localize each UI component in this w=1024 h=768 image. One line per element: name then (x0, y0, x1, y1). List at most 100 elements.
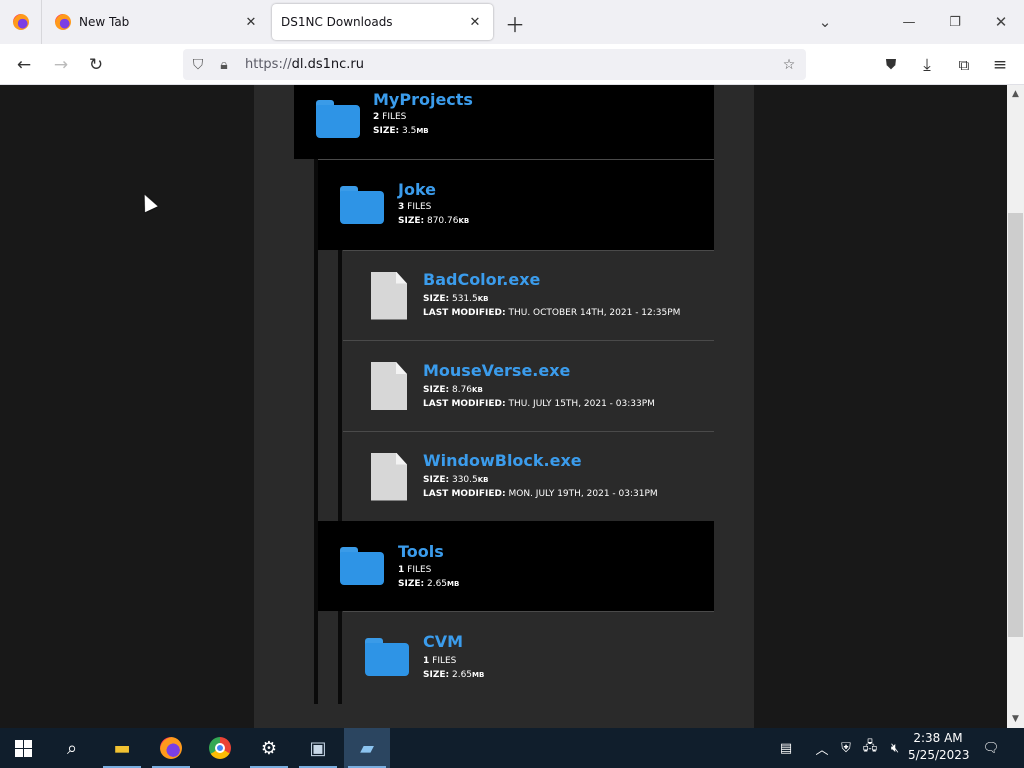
list-all-tabs-icon[interactable]: ⌄ (813, 10, 837, 34)
files-label: FILES (432, 656, 457, 666)
system-clock[interactable]: 2:38 AM 5/25/2023 (908, 730, 970, 764)
file-name[interactable]: MouseVerse.exe (423, 361, 570, 380)
folder-meta: 3 FILES SIZE: 870.76KB (398, 201, 469, 228)
folder-name[interactable]: Joke (398, 180, 436, 199)
folder-row-tools[interactable]: Tools 1 FILES SIZE: 2.65MB (318, 521, 714, 611)
new-tab-button[interactable]: ＋ (502, 10, 528, 37)
close-icon[interactable]: ✕ (239, 10, 263, 34)
restore-icon[interactable]: ❐ (943, 10, 967, 34)
file-explorer-icon[interactable]: ▬ (99, 728, 145, 768)
pocket-icon[interactable]: ⛊ (878, 52, 904, 78)
file-name[interactable]: BadColor.exe (423, 270, 540, 289)
size-unit: KB (472, 386, 483, 394)
url-host-prefix: dl. (291, 57, 308, 72)
file-row-mouseverse[interactable]: MouseVerse.exe SIZE: 8.76KB LAST MODIFIE… (343, 341, 714, 431)
folder-row-joke[interactable]: Joke 3 FILES SIZE: 870.76KB (318, 160, 714, 250)
control-panel-icon[interactable]: ▣ (295, 728, 341, 768)
search-icon[interactable]: ⌕ (49, 728, 95, 768)
folder-name[interactable]: Tools (398, 542, 444, 561)
size-value: 531.5 (451, 294, 478, 304)
back-icon[interactable]: ← (11, 52, 37, 78)
file-meta: SIZE: 8.76KB LAST MODIFIED: THU. JULY 15… (423, 384, 655, 411)
size-label: SIZE: (423, 475, 450, 485)
lock-icon[interactable]: 🔒︎ (211, 52, 237, 78)
tab-title: DS1NC Downloads (281, 15, 393, 29)
url-host: ds1nc.ru (307, 57, 365, 72)
file-row-badcolor[interactable]: BadColor.exe SIZE: 531.5KB LAST MODIFIED… (343, 251, 714, 340)
notifications-icon[interactable]: 🗨︎ (978, 728, 1004, 768)
folder-name[interactable]: CVM (423, 632, 463, 651)
modified-label: LAST MODIFIED: (423, 488, 506, 499)
settings-icon[interactable]: ⚙ (246, 728, 292, 768)
clock-time: 2:38 AM (913, 731, 963, 745)
url-text[interactable]: https://dl.ds1nc.ru (245, 57, 364, 72)
folder-meta: 1 FILES SIZE: 2.65MB (398, 564, 459, 591)
show-hidden-icons[interactable]: ︿ (812, 728, 832, 768)
tab-new-tab[interactable]: New Tab ✕ (43, 0, 269, 44)
size-label: SIZE: (398, 578, 425, 589)
size-value: 8.76 (451, 385, 473, 395)
size-label: SIZE: (398, 215, 425, 226)
news-widget-icon[interactable]: ▤ (772, 728, 800, 768)
menu-icon[interactable]: ≡ (987, 52, 1013, 78)
firefox-icon (55, 14, 71, 30)
close-window-icon[interactable]: ✕ (989, 10, 1013, 34)
file-name[interactable]: WindowBlock.exe (423, 451, 582, 470)
bookmark-star-icon[interactable]: ☆ (776, 52, 802, 78)
size-unit: KB (477, 476, 489, 484)
chrome-icon[interactable] (197, 728, 243, 768)
file-meta: SIZE: 330.5KB LAST MODIFIED: MON. JULY 1… (423, 474, 658, 501)
navigation-toolbar: ← → ↻ ⛉ 🔒︎ https://dl.ds1nc.ru ☆ ⛊ ⤓ ⧉ ≡ (0, 44, 1024, 85)
firefox-view-button[interactable] (0, 0, 42, 44)
folder-meta: 2 FILES SIZE: 3.5MB (373, 111, 429, 138)
folder-row-cvm[interactable]: CVM 1 FILES SIZE: 2.65MB (343, 612, 714, 702)
app-window-icon[interactable]: ▰ (344, 728, 390, 768)
clock-date: 5/25/2023 (908, 748, 970, 762)
windows-start-icon[interactable] (0, 728, 46, 768)
folder-row-myprojects[interactable]: MyProjects 2 FILES SIZE: 3.5MB (294, 85, 714, 159)
firefox-icon[interactable] (148, 728, 194, 768)
size-label: SIZE: (373, 125, 400, 136)
files-label: FILES (407, 565, 432, 575)
forward-icon[interactable]: → (48, 52, 74, 78)
scroll-down-icon[interactable]: ▼ (1007, 712, 1024, 726)
file-icon (371, 362, 407, 410)
folder-icon (340, 186, 384, 224)
size-label: SIZE: (423, 669, 450, 680)
minimize-icon[interactable]: — (897, 10, 921, 34)
folder-icon (340, 547, 384, 585)
size-value: 2.65 (451, 669, 473, 680)
modified-label: LAST MODIFIED: (423, 398, 506, 409)
file-row-windowblock[interactable]: WindowBlock.exe SIZE: 330.5KB LAST MODIF… (343, 432, 714, 521)
folder-name[interactable]: MyProjects (373, 90, 473, 109)
file-icon (371, 452, 407, 501)
scrollbar-thumb[interactable] (1008, 213, 1023, 637)
size-unit: MB (416, 126, 429, 135)
volume-muted-icon[interactable]: 🔇︎ (884, 728, 906, 768)
size-unit: MB (447, 579, 460, 588)
files-label: FILES (407, 202, 432, 212)
network-icon[interactable]: 🖧︎ (860, 728, 880, 768)
browser-window: New Tab ✕ DS1NC Downloads ✕ ＋ ⌄ — ❐ ✕ ← … (0, 0, 1024, 728)
extensions-icon[interactable]: ⧉ (951, 52, 977, 78)
folder-icon (316, 100, 360, 138)
tab-ds1nc-downloads[interactable]: DS1NC Downloads ✕ (272, 4, 493, 40)
modified-value: THU. JULY 15TH, 2021 - 03:33PM (508, 398, 655, 409)
security-icon[interactable]: ⛨ (836, 728, 856, 768)
windows-taskbar: ⌕ ▬ ⚙ ▣ ▰ ▤ ︿ ⛨ 🖧︎ 🔇︎ 2:38 AM 5/25/2023 … (0, 728, 1024, 768)
reload-icon[interactable]: ↻ (83, 52, 109, 78)
file-count: 1 (398, 565, 405, 575)
file-count: 3 (398, 202, 405, 212)
downloads-icon[interactable]: ⤓ (914, 52, 940, 78)
size-unit: MB (472, 670, 485, 679)
tab-strip: New Tab ✕ DS1NC Downloads ✕ ＋ ⌄ — ❐ ✕ (0, 0, 1024, 44)
size-unit: KB (458, 216, 470, 225)
url-scheme: https:// (245, 57, 292, 72)
scroll-up-icon[interactable]: ▲ (1007, 87, 1024, 101)
shield-icon[interactable]: ⛉ (185, 52, 211, 78)
address-bar[interactable]: ⛉ 🔒︎ https://dl.ds1nc.ru ☆ (183, 49, 806, 80)
close-icon[interactable]: ✕ (463, 10, 487, 34)
files-label: FILES (382, 112, 407, 122)
file-count: 2 (373, 112, 380, 122)
folder-meta: 1 FILES SIZE: 2.65MB (423, 655, 484, 682)
